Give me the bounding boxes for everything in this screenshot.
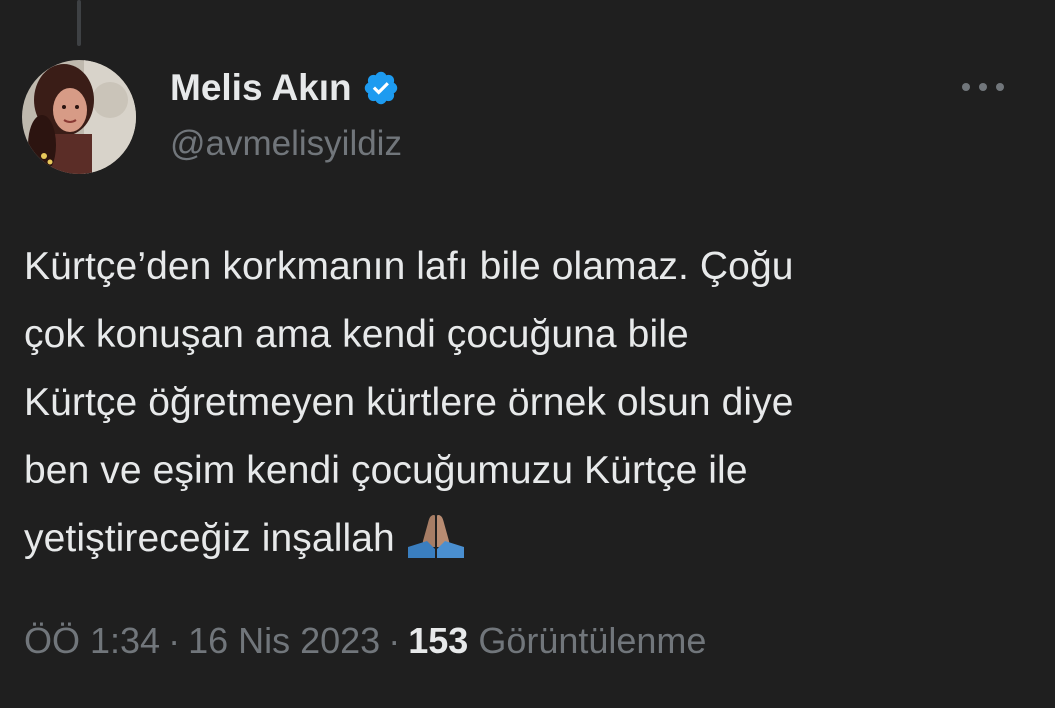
dot: [962, 83, 970, 91]
dot: [996, 83, 1004, 91]
author-handle[interactable]: @avmelisyildiz: [170, 122, 402, 166]
tweet-time[interactable]: ÖÖ 1:34: [24, 620, 160, 661]
dot: [979, 83, 987, 91]
verified-badge-icon[interactable]: [362, 69, 400, 107]
tweet-text-line: yetiştireceğiz inşallah: [24, 517, 395, 560]
views-label[interactable]: Görüntülenme: [478, 620, 706, 661]
avatar[interactable]: [22, 60, 136, 174]
separator: ·: [168, 620, 181, 661]
separator: ·: [388, 620, 401, 661]
thread-connector-line: [77, 0, 81, 46]
avatar-image: [22, 60, 136, 174]
more-options-icon[interactable]: [958, 72, 1008, 102]
tweet-text: Kürtçe’den korkmanın lafı bile olamaz. Ç…: [24, 233, 1034, 573]
views-count[interactable]: 153: [408, 620, 468, 661]
folded-hands-emoji: [405, 511, 467, 559]
author-name-row[interactable]: Melis Akın: [170, 66, 400, 110]
tweet-text-line: Kürtçe öğretmeyen kürtlere örnek olsun d…: [24, 381, 794, 424]
tweet-text-line: ben ve eşim kendi çocuğumuzu Kürtçe ile: [24, 449, 748, 492]
tweet-text-last-line: yetiştireceğiz inşallah: [24, 505, 1034, 573]
tweet-metadata: ÖÖ 1:34 · 16 Nis 2023 · 153 Görüntülenme: [24, 615, 706, 667]
author-display-name[interactable]: Melis Akın: [170, 66, 352, 110]
tweet-text-line: çok konuşan ama kendi çocuğuna bile: [24, 313, 689, 356]
tweet-text-line: Kürtçe’den korkmanın lafı bile olamaz. Ç…: [24, 245, 794, 288]
tweet-date[interactable]: 16 Nis 2023: [188, 620, 380, 661]
